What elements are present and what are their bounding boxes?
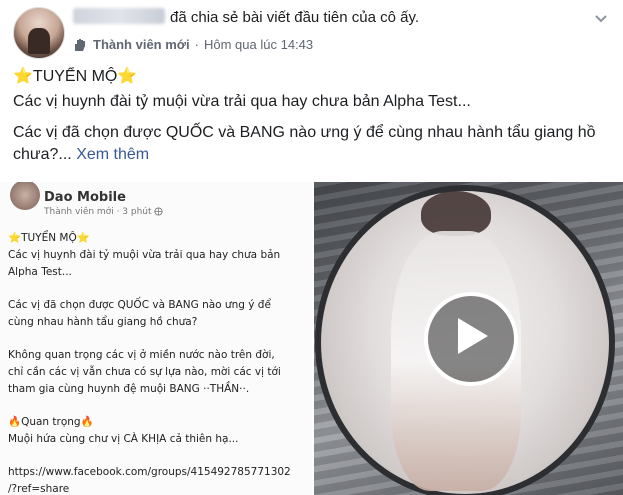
post-body: ⭐TUYỂN MỘ⭐ Các vị huynh đài tỷ muội vừa … (13, 66, 613, 166)
separator-dot: · (194, 37, 199, 52)
globe-icon (154, 207, 163, 216)
inner-text-line: chỉ cần các vị vẫn chưa có sự lựa nào, m… (8, 366, 281, 378)
inner-post-meta: Thành viên mới · 3 phút (44, 207, 163, 217)
inner-post-text: ⭐TUYỂN MỘ⭐ Các vị huynh đài tỷ muội vừa t… (8, 230, 308, 495)
inner-text-gap (8, 281, 308, 297)
post-text-line: Các vị đã chọn được QUỐC và BANG nào ưng… (13, 122, 613, 166)
timestamp[interactable]: Hôm qua lúc 14:43 (204, 37, 313, 52)
inner-text-line: Muội hứa cùng chư vị CÀ KHỊA cả thiên hạ… (8, 433, 239, 445)
new-member-hand-icon (73, 38, 89, 52)
post-text-line: Các vị huynh đài tỷ muội vừa trải qua ha… (13, 93, 471, 110)
video-thumbnail[interactable] (314, 182, 623, 495)
chevron-down-icon[interactable] (593, 10, 609, 26)
shared-text: đã chia sẻ bài viết đầu tiên của cô ấy. (170, 9, 420, 26)
post-meta: Thành viên mới · Hôm qua lúc 14:43 (73, 37, 313, 52)
inner-text-line: Các vị huynh đài tỷ muội vừa trải qua ha… (8, 249, 281, 261)
post-title-line: ⭐TUYỂN MỘ⭐ (13, 68, 138, 85)
avatar[interactable] (13, 7, 65, 59)
inner-text-gap (8, 331, 308, 347)
inner-post-header: Dao Mobile Thành viên mới · 3 phút (8, 182, 308, 218)
inner-text-gap (8, 398, 308, 414)
play-icon (458, 318, 488, 354)
media-grid: Dao Mobile Thành viên mới · 3 phút ⭐TUYỂ… (0, 182, 623, 495)
inner-text-line: tham gia cùng huynh đệ muội BANG ··THẦN·… (8, 383, 250, 395)
inner-text-line: https://www.facebook.com/groups/41549278… (8, 466, 291, 478)
play-button[interactable] (424, 292, 518, 386)
author-name-blurred[interactable] (73, 8, 165, 24)
inner-text-gap (8, 448, 308, 464)
inner-text-line: Alpha Test... (8, 266, 72, 278)
screenshot-image[interactable]: Dao Mobile Thành viên mới · 3 phút ⭐TUYỂ… (0, 182, 314, 495)
inner-text-line: ⭐TUYỂN MỘ⭐ (8, 232, 90, 244)
inner-time: 3 phút (122, 207, 152, 217)
inner-avatar (10, 182, 40, 210)
inner-text-line: cùng nhau hành tẩu giang hồ chưa? (8, 316, 198, 328)
inner-group-name: Dao Mobile (44, 190, 126, 205)
post-header: đã chia sẻ bài viết đầu tiên của cô ấy. … (0, 0, 623, 62)
inner-text-line: Các vị đã chọn được QUỐC và BANG nào ưng… (8, 299, 271, 311)
inner-text-line: /?ref=share (8, 483, 70, 495)
inner-text-line: 🔥Quan trọng🔥 (8, 416, 94, 428)
inner-text-line: Không quan trọng các vị ở miền nước nào … (8, 349, 275, 361)
see-more-link[interactable]: Xem thêm (76, 146, 149, 163)
inner-badge: Thành viên mới (44, 207, 114, 217)
badge-label[interactable]: Thành viên mới (93, 37, 190, 52)
